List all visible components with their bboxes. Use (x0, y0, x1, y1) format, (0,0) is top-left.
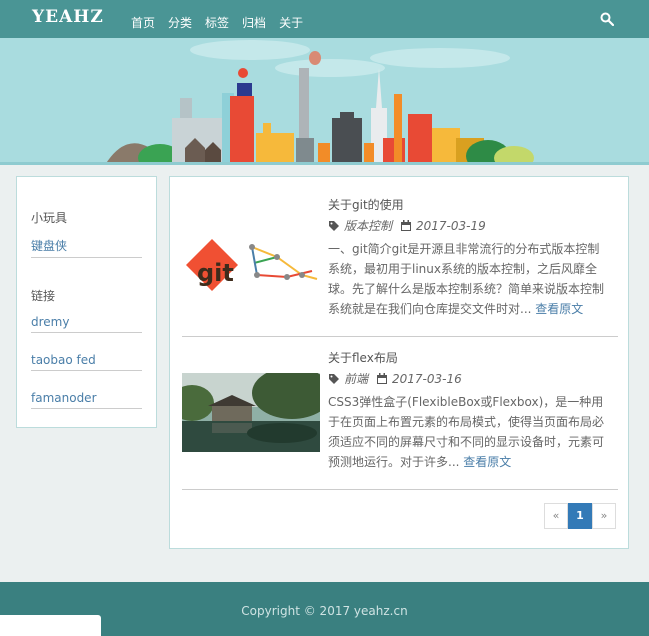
sidebar-link-keyboard[interactable]: 键盘侠 (31, 237, 142, 258)
post-excerpt: CSS3弹性盒子(FlexibleBox或Flexbox)，是一种用于在页面上布… (328, 392, 608, 472)
post-excerpt: 一、git简介git是开源且非常流行的分布式版本控制系统，最初用于linux系统… (328, 239, 608, 319)
bottom-left-widget (0, 615, 101, 636)
top-navbar: YEAHZ 首页 分类 标签 归档 关于 (0, 0, 649, 38)
nav-tags[interactable]: 标签 (205, 14, 229, 31)
lake-pavilion-thumbnail[interactable] (182, 373, 320, 452)
nav-home[interactable]: 首页 (131, 14, 155, 31)
sidebar-link-famanoder[interactable]: famanoder (31, 391, 142, 409)
git-logo-text: git (197, 259, 234, 287)
post-title[interactable]: 关于flex布局 (328, 349, 398, 366)
sidebar-links-title: 链接 (31, 289, 56, 303)
calendar-icon (401, 219, 412, 231)
post-category[interactable]: 版本控制 (344, 217, 392, 234)
post-divider (182, 336, 618, 337)
sidebar: 小玩具 键盘侠 链接 dremy taobao fed famanoder (16, 176, 157, 428)
tag-icon (329, 373, 339, 384)
read-more-link[interactable]: 查看原文 (535, 302, 583, 316)
nav-about[interactable]: 关于 (279, 14, 303, 31)
sidebar-link-dremy[interactable]: dremy (31, 315, 142, 333)
main-nav: 首页 分类 标签 归档 关于 (131, 14, 303, 31)
sidebar-toys-title: 小玩具 (31, 211, 68, 225)
post-title[interactable]: 关于git的使用 (328, 196, 404, 213)
nav-categories[interactable]: 分类 (168, 14, 192, 31)
tag-icon (329, 220, 339, 231)
post-date: 2017-03-19 (416, 218, 486, 233)
nav-archives[interactable]: 归档 (242, 14, 266, 31)
city-illustration (0, 40, 649, 165)
post-list: git 关于git的使用 版本控制 2017-03-19 一、git简介git是… (169, 176, 629, 549)
post-meta: 版本控制 2017-03-19 (328, 217, 486, 234)
post-category[interactable]: 前端 (344, 370, 368, 387)
pagination-prev[interactable]: « (544, 503, 568, 529)
read-more-link[interactable]: 查看原文 (463, 455, 511, 469)
header-banner (0, 38, 649, 165)
git-thumbnail[interactable]: git (182, 235, 320, 293)
post-date: 2017-03-16 (392, 371, 462, 386)
calendar-icon (377, 372, 388, 384)
post-meta: 前端 2017-03-16 (328, 370, 462, 387)
site-logo[interactable]: YEAHZ (32, 7, 104, 27)
post-divider (182, 489, 618, 490)
sidebar-link-taobao-fed[interactable]: taobao fed (31, 353, 142, 371)
pagination-next[interactable]: » (592, 503, 616, 529)
pagination: « 1 » (544, 503, 616, 529)
pagination-page-1[interactable]: 1 (568, 503, 592, 529)
search-icon[interactable] (600, 12, 614, 26)
